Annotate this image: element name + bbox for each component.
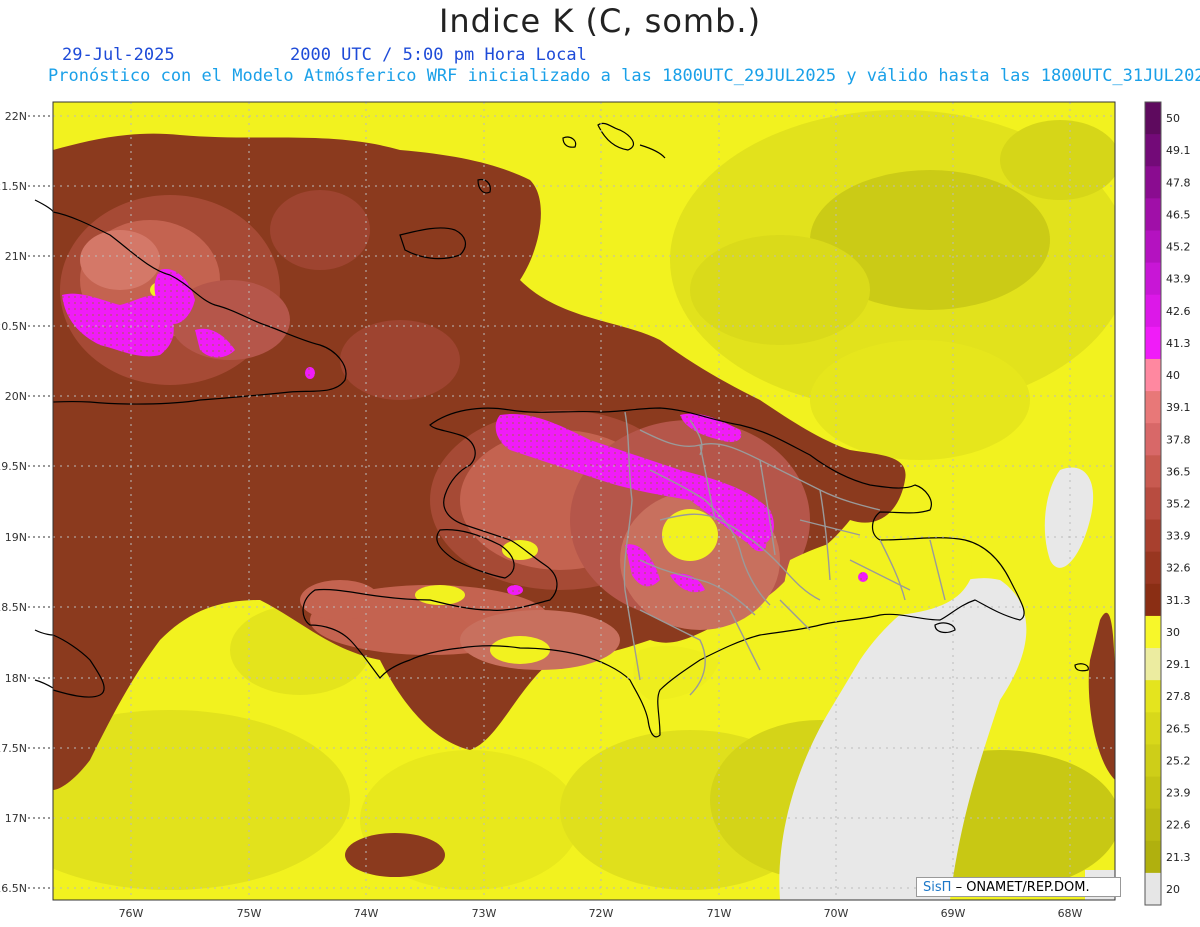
lat-label: 20.5N (0, 320, 27, 333)
ocean-shade (690, 235, 870, 345)
lon-label: 70W (824, 907, 849, 920)
colorbar-swatch (1145, 615, 1161, 649)
colorbar-swatch (1145, 776, 1161, 810)
credit-box: SisΠ – ONAMET/REP.DOM. (916, 877, 1121, 897)
colorbar-label: 49.1 (1166, 144, 1191, 157)
colorbar-label: 35.2 (1166, 498, 1191, 511)
lon-label: 72W (589, 907, 614, 920)
colorbar-labels: 50 49.1 47.8 46.5 45.2 43.9 42.6 41.3 40 39.1 37.8… (1166, 112, 1191, 896)
colorbar-swatch (1145, 166, 1161, 199)
colorbar-label: 25.2 (1166, 754, 1191, 767)
colorbar-swatch (1145, 455, 1161, 488)
colorbar-label: 40 (1166, 369, 1180, 382)
ocean-shade (810, 340, 1030, 460)
colorbar-label: 32.6 (1166, 562, 1191, 575)
colorbar-label: 21.3 (1166, 851, 1191, 864)
lat-label: 19N (5, 531, 27, 544)
colorbar-swatch (1145, 712, 1161, 745)
lat-ticks (28, 115, 53, 889)
lon-axis: 76W 75W 74W 73W 72W 71W 70W 69W 68W (119, 907, 1083, 920)
colorbar-swatch (1145, 808, 1161, 842)
lon-label: 76W (119, 907, 144, 920)
colorbar-swatch (1145, 648, 1161, 681)
colorbar-label: 46.5 (1166, 208, 1191, 221)
lat-label: 22N (5, 110, 27, 123)
colorbar-label: 39.1 (1166, 401, 1191, 414)
low-k-pocket (490, 636, 550, 664)
lon-label: 71W (707, 907, 732, 920)
lon-label: 75W (237, 907, 262, 920)
colorbar-label: 27.8 (1166, 690, 1191, 703)
colorbar-swatch (1145, 358, 1161, 392)
colorbar-label: 47.8 (1166, 176, 1191, 189)
lat-label: 18N (5, 672, 27, 685)
k-shade (270, 190, 370, 270)
colorbar-label: 41.3 (1166, 337, 1191, 350)
colorbar-swatch (1145, 487, 1161, 521)
colorbar-label: 33.9 (1166, 530, 1191, 543)
colorbar-label: 37.8 (1166, 433, 1191, 446)
lat-label: 21.5N (0, 180, 27, 193)
colorbar-label: 43.9 (1166, 273, 1191, 286)
colorbar-swatch (1145, 583, 1161, 617)
colorbar-swatch (1145, 840, 1161, 874)
colorbar-label: 50 (1166, 112, 1180, 125)
colorbar-swatch (1145, 102, 1161, 135)
colorbar-label: 30 (1166, 626, 1180, 639)
lat-label: 19.5N (0, 460, 27, 473)
colorbar-label: 36.5 (1166, 465, 1191, 478)
credit-suffix: – ONAMET/REP.DOM. (955, 880, 1090, 895)
lon-label: 69W (941, 907, 966, 920)
k-shade (80, 230, 160, 290)
colorbar-label: 45.2 (1166, 241, 1191, 254)
k-shade (340, 320, 460, 400)
colorbar-label: 20 (1166, 883, 1180, 896)
colorbar-label: 22.6 (1166, 819, 1191, 832)
colorbar-swatch (1145, 391, 1161, 424)
colorbar-swatch (1145, 872, 1161, 906)
colorbar-swatch (1145, 198, 1161, 231)
colorbar-swatch (1145, 551, 1161, 585)
colorbar-label: 42.6 (1166, 305, 1191, 318)
lat-label: 16.5N (0, 882, 27, 895)
colorbar-swatch (1145, 423, 1161, 456)
colorbar: 50 49.1 47.8 46.5 45.2 43.9 42.6 41.3 40 39.1 37.8… (1144, 101, 1191, 906)
lat-label: 18.5N (0, 601, 27, 614)
colorbar-swatch (1145, 326, 1161, 360)
lon-label: 74W (354, 907, 379, 920)
colorbar-swatch (1145, 294, 1161, 328)
high-k-region (345, 833, 445, 877)
map-field (53, 102, 1115, 900)
colorbar-swatch (1145, 262, 1161, 296)
lat-axis: 22N 21.5N 21N 20.5N 20N 19.5N 19N 18.5N … (0, 110, 27, 895)
low-k-pocket (502, 540, 538, 560)
lat-label: 21N (5, 250, 27, 263)
credit-prefix: SisΠ (923, 880, 952, 895)
colorbar-swatch (1145, 744, 1161, 778)
colorbar-swatch (1145, 680, 1161, 713)
lon-label: 73W (472, 907, 497, 920)
forecast-map: 22N 21.5N 21N 20.5N 20N 19.5N 19N 18.5N … (0, 101, 1191, 920)
colorbar-swatch (1145, 230, 1161, 264)
lon-label: 68W (1058, 907, 1083, 920)
colorbar-label: 29.1 (1166, 658, 1191, 671)
colorbar-label: 31.3 (1166, 594, 1191, 607)
ocean-shade (1000, 120, 1115, 200)
colorbar-swatches (1145, 102, 1161, 906)
lat-label: 17N (5, 812, 27, 825)
lat-label: 20N (5, 390, 27, 403)
lat-label: 17.5N (0, 742, 27, 755)
colorbar-label: 23.9 (1166, 787, 1191, 800)
colorbar-swatch (1145, 134, 1161, 167)
colorbar-swatch (1145, 519, 1161, 553)
k-shade (300, 580, 380, 620)
colorbar-label: 26.5 (1166, 722, 1191, 735)
